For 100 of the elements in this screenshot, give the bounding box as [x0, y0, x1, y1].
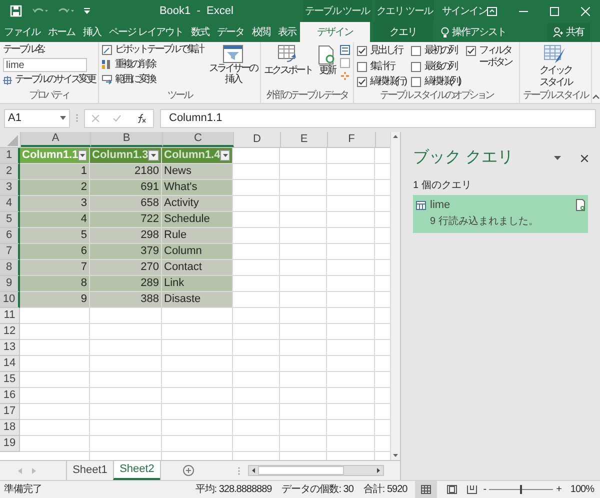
collapse-ribbon-icon[interactable]: [592, 94, 600, 99]
quick-styles-button[interactable]: クイック スタイル: [539, 42, 572, 89]
export-button[interactable]: エクスポート: [264, 42, 312, 77]
share-button[interactable]: 共有: [547, 23, 590, 41]
ribbon-tab[interactable]: 校閲: [248, 22, 274, 42]
style-option-checkbox[interactable]: 最後の列: [411, 60, 460, 73]
table-cell: What's: [162, 180, 233, 196]
remove-duplicates-button[interactable]: 重複の削除: [102, 59, 203, 71]
row-header[interactable]: 12: [0, 324, 20, 340]
page-break-icon[interactable]: [467, 485, 478, 494]
sign-in-link[interactable]: サインイン: [434, 0, 487, 22]
query-card[interactable]: lime 9 行読み込まれました。: [413, 195, 588, 232]
ribbon-tab[interactable]: 表示: [274, 22, 300, 42]
row-header[interactable]: 17: [0, 404, 20, 420]
column-header[interactable]: D: [234, 132, 281, 147]
close-icon[interactable]: [581, 154, 588, 162]
column-header[interactable]: A: [21, 132, 91, 147]
row-header[interactable]: 6: [0, 228, 20, 244]
row-header[interactable]: 3: [0, 180, 20, 196]
refresh-button[interactable]: 更新: [318, 42, 336, 77]
lightbulb-icon: [440, 26, 449, 38]
ribbon-tab[interactable]: デザイン: [300, 22, 370, 42]
row-header[interactable]: 1: [0, 148, 20, 164]
group-label: テーブル スタイル: [522, 90, 588, 103]
filter-button[interactable]: [148, 150, 159, 161]
save-icon[interactable]: [10, 5, 22, 17]
table-cell: 3: [20, 196, 90, 212]
row-header[interactable]: 19: [0, 436, 20, 452]
zoom-in-button[interactable]: +: [556, 482, 562, 497]
pane-options-icon[interactable]: [554, 156, 561, 160]
table-cell: Column: [162, 244, 233, 260]
table-cell: 2180: [90, 164, 162, 180]
table-cell: 5: [20, 228, 90, 244]
row-header[interactable]: 7: [0, 244, 20, 260]
convert-to-range-button[interactable]: 範囲に変換: [102, 74, 203, 86]
insert-slicer-button[interactable]: スライサーの 挿入: [209, 42, 257, 85]
maximize-icon[interactable]: [550, 6, 559, 16]
column-header[interactable]: C: [163, 132, 234, 147]
row-header[interactable]: 11: [0, 308, 20, 324]
ribbon-tab[interactable]: ファイル: [0, 22, 44, 42]
table-name-field[interactable]: lime: [3, 58, 87, 72]
ribbon-tab[interactable]: 挿入: [79, 22, 105, 42]
row-header[interactable]: 5: [0, 212, 20, 228]
row-header[interactable]: 8: [0, 260, 20, 276]
move-icon: [3, 76, 12, 84]
page-layout-icon[interactable]: [447, 485, 458, 494]
ribbon-tab[interactable]: ホーム: [44, 22, 79, 42]
row-header[interactable]: 18: [0, 420, 20, 436]
dropdown-icon: [60, 116, 66, 120]
row-header[interactable]: 4: [0, 196, 20, 212]
row-header[interactable]: 13: [0, 340, 20, 356]
customize-icon[interactable]: [84, 8, 90, 14]
ribbon-tab[interactable]: 数式: [186, 22, 213, 42]
normal-view-icon[interactable]: [415, 481, 438, 498]
zoom-out-button[interactable]: -: [483, 482, 486, 497]
ribbon-tab[interactable]: ページ レイアウト: [105, 22, 187, 42]
group-label: テーブル スタイルのオプション: [380, 90, 493, 103]
vertical-scrollbar[interactable]: [390, 132, 400, 460]
formula-field[interactable]: Column1.1: [160, 108, 596, 128]
properties-icon[interactable]: [340, 45, 350, 55]
filter-button[interactable]: [220, 150, 230, 161]
style-option-checkbox[interactable]: 見出し行: [357, 45, 406, 57]
count-readout: データの個数: 30: [282, 483, 354, 497]
ribbon-tab[interactable]: クエリ: [372, 22, 433, 42]
table-cell: 388: [90, 292, 162, 308]
style-option-checkbox[interactable]: フィルター ボタン: [466, 45, 516, 69]
row-header[interactable]: 10: [0, 292, 20, 308]
header-label: Column1.1: [22, 148, 78, 164]
column-header[interactable]: B: [91, 132, 163, 147]
name-box[interactable]: A1: [4, 108, 70, 128]
style-option-checkbox[interactable]: 縞模様 (列): [411, 76, 460, 88]
average-readout: 平均: 328.8888889: [195, 483, 272, 497]
status-text: 準備完了: [4, 482, 42, 497]
filter-button[interactable]: [78, 150, 87, 161]
tell-me-field[interactable]: 操作アシスト: [452, 24, 506, 40]
ribbon-display-icon[interactable]: [487, 6, 497, 16]
horizontal-scrollbar[interactable]: [248, 465, 384, 476]
resize-table-button[interactable]: テーブルのサイズ変更: [3, 74, 95, 86]
column-header[interactable]: E: [281, 132, 328, 147]
add-sheet-icon[interactable]: [183, 465, 194, 476]
row-header[interactable]: 9: [0, 276, 20, 292]
table-cell: Schedule: [162, 212, 233, 228]
table-cell: News: [162, 164, 233, 180]
function-icon[interactable]: [136, 114, 146, 122]
caret-icon: [151, 154, 156, 157]
table-cell: 691: [90, 180, 162, 196]
row-header[interactable]: 14: [0, 356, 20, 372]
ribbon-tab[interactable]: データ: [212, 22, 248, 42]
pivot-table-button[interactable]: ピボットテーブルで集計: [102, 44, 203, 56]
row-header[interactable]: 2: [0, 164, 20, 180]
style-option-checkbox[interactable]: 最初の列: [411, 45, 460, 57]
style-option-checkbox[interactable]: 集計行: [357, 60, 406, 73]
table-cell: Activity: [162, 196, 233, 212]
table-cell: 289: [90, 276, 162, 292]
style-option-checkbox[interactable]: 縞模様 (行): [357, 76, 406, 88]
table-cell: 2: [20, 180, 90, 196]
row-header[interactable]: 16: [0, 388, 20, 404]
column-header[interactable]: F: [328, 132, 376, 147]
row-header[interactable]: 15: [0, 372, 20, 388]
sheet-tab[interactable]: Sheet2: [113, 461, 160, 480]
